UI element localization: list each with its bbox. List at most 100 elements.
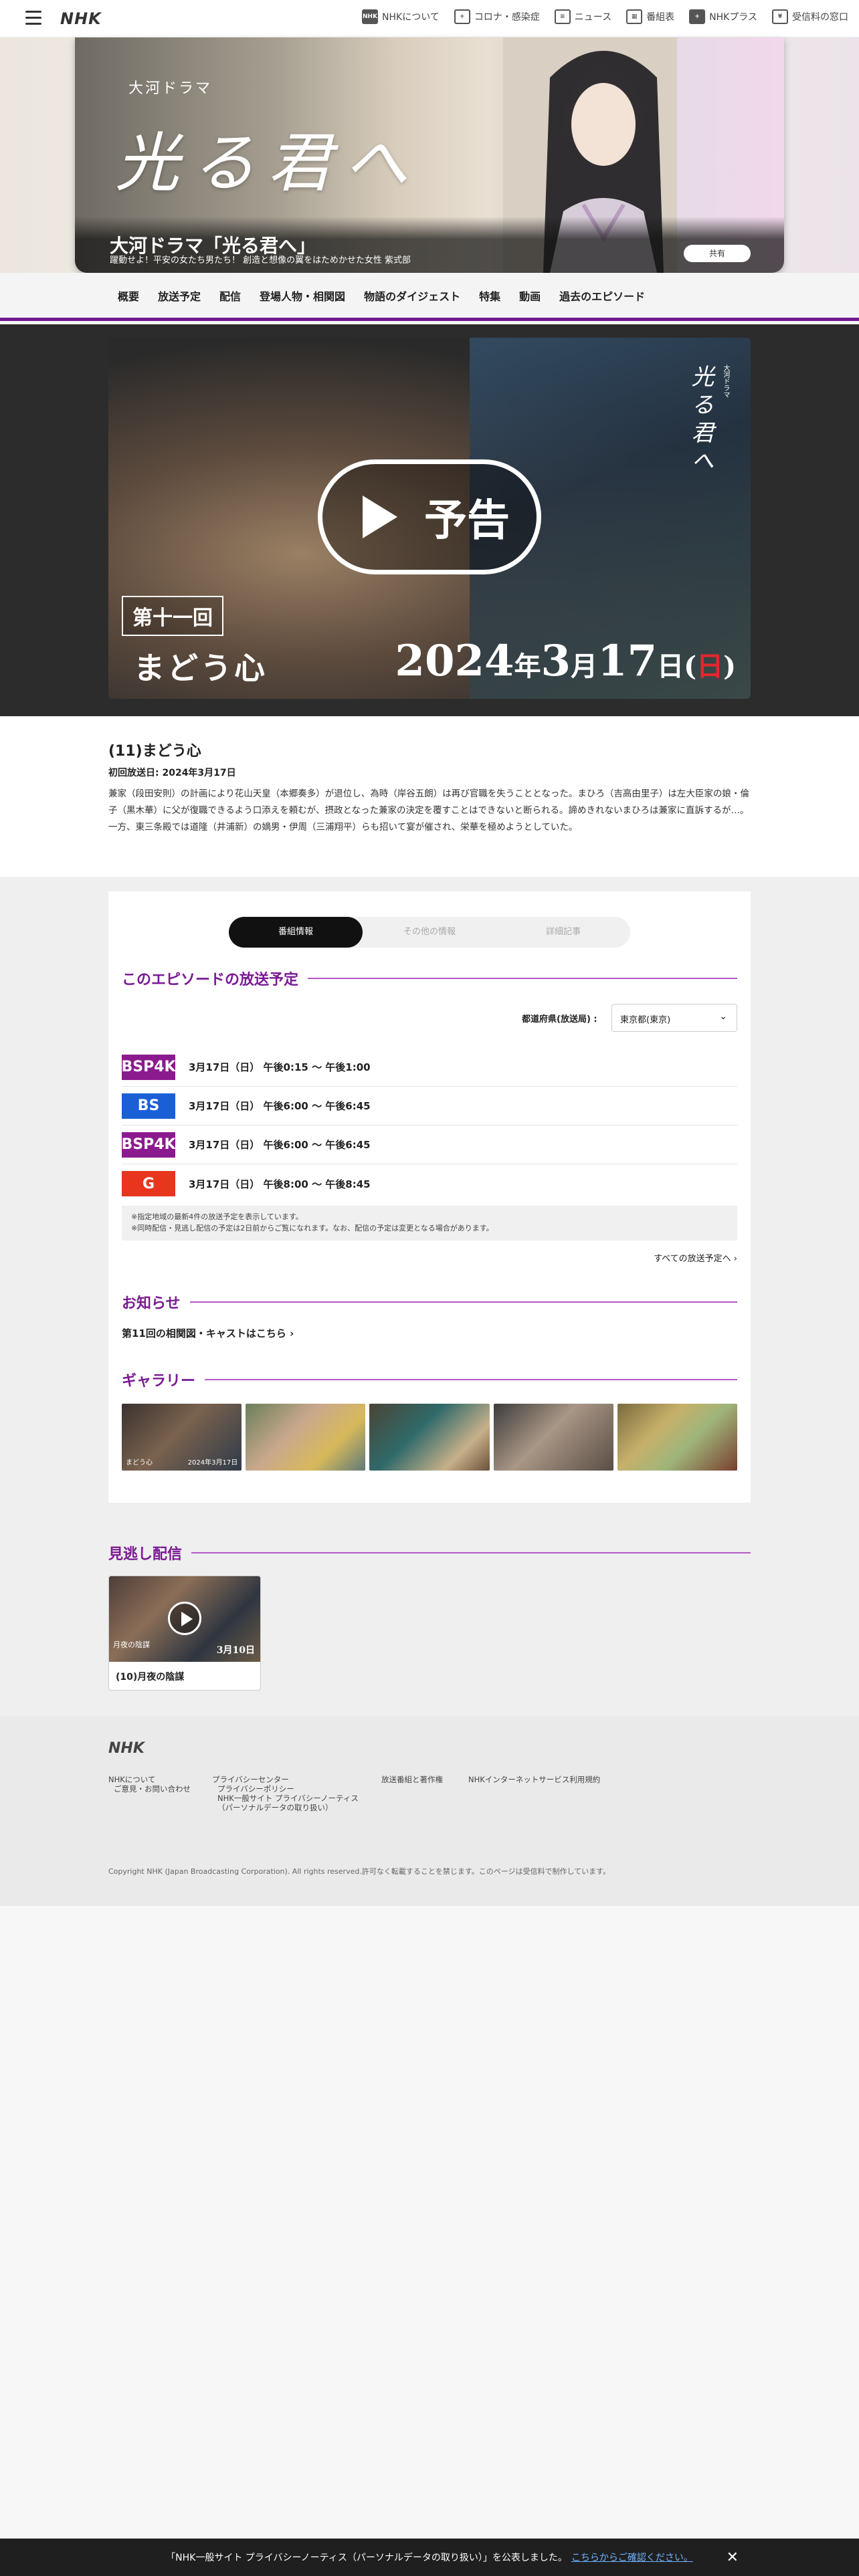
copyright-text: Copyright NHK (Japan Broadcasting Corpor… (108, 1867, 611, 1876)
schedule-row: BS 3月17日（日） 午後6:00 〜 午後6:45 (122, 1087, 737, 1125)
gallery-thumb[interactable]: まどう心 2024年3月17日 (122, 1404, 242, 1471)
video-episode-title: まどう心 (134, 650, 268, 686)
footer-link[interactable]: NHKについて (108, 1775, 191, 1784)
chevron-right-icon: › (290, 1327, 294, 1339)
play-icon (363, 496, 397, 538)
gallery-thumb[interactable] (617, 1404, 738, 1471)
prefecture-label: 都道府県(放送局) : (522, 1014, 597, 1025)
nav-characters[interactable]: 登場人物・相関図 (260, 288, 345, 304)
gallery-thumb[interactable] (369, 1404, 490, 1471)
video-small-title: 大河ドラマ (722, 364, 729, 398)
schedule-row: G 3月17日（日） 午後8:00 〜 午後8:45 (122, 1164, 737, 1203)
top-nav: NHK NHKについて + コロナ・感染症 ≡ ニュース ▦ 番組表 + NHKプラス ¥… (362, 9, 848, 24)
hero-subtitle: 躍動せよ！平安の女たち男たち！ 創造と想像の翼をはためかせた女性 紫式部 (110, 255, 411, 265)
hero-banner: 大河ドラマ 光る君へ 大河ドラマ「光る君へ」 躍動せよ！平安の女たち男たち！ 創… (75, 37, 784, 273)
fee-icon: ¥ (772, 9, 788, 24)
top-bar: NHK NHK NHKについて + コロナ・感染症 ≡ ニュース ▦ 番組表 + NHKプ… (0, 0, 859, 37)
footer-nhk-logo[interactable]: NHK (108, 1740, 145, 1757)
privacy-notice-bar: 「NHK一般サイト プライバシーノーティス（パーソナルデータの取り扱い）」を公表… (0, 2539, 859, 2576)
play-trailer-button[interactable]: 予告 (318, 459, 541, 574)
footer: NHK NHKについて ご意見・お問い合わせ プライバシーセンター プライバシー… (0, 1716, 859, 1906)
tab-program-info[interactable]: 番組情報 (229, 917, 363, 948)
topnav-program-guide[interactable]: ▦ 番組表 (626, 9, 674, 24)
topnav-corona[interactable]: + コロナ・感染症 (454, 9, 540, 24)
catchup-card[interactable]: 月夜の陰謀 3月10日 (10)月夜の陰謀 (108, 1576, 261, 1691)
program-nav: 概要 放送予定 配信 登場人物・相関図 物語のダイジェスト 特集 動画 過去のエ… (0, 273, 859, 321)
play-label: 予告 (424, 496, 510, 546)
all-schedule-link[interactable]: すべての放送予定へ › (654, 1251, 737, 1264)
topnav-news[interactable]: ≡ ニュース (554, 9, 611, 24)
episode-title: (11)まどう心 (108, 743, 201, 760)
footer-link[interactable]: （パーソナルデータの取り扱い） (212, 1803, 359, 1812)
nhk-logo[interactable]: NHK (60, 9, 102, 28)
catchup-thumb-date: 3月10日 (216, 1645, 255, 1656)
info-tabs: 番組情報 その他の情報 詳細記事 (229, 917, 630, 948)
close-icon[interactable]: ✕ (727, 2549, 739, 2566)
nav-streaming[interactable]: 配信 (219, 288, 241, 304)
footer-col-copyright: 放送番組と著作権 (381, 1775, 443, 1784)
nav-features[interactable]: 特集 (479, 288, 500, 304)
video-episode-date: 2024年3月17日(日) (395, 636, 736, 686)
notice-link[interactable]: こちらからご確認ください。 (571, 2551, 693, 2564)
chevron-right-icon: › (733, 1254, 737, 1264)
channel-badge: BSP4K (121, 1054, 176, 1080)
program-info-card: 番組情報 その他の情報 詳細記事 このエピソードの放送予定 都道府県(放送局) … (108, 891, 751, 1503)
catchup-heading: 見逃し配信 (108, 1542, 751, 1564)
hero-calligraphy-logo: 光る君へ (115, 126, 420, 201)
news-icon: ≡ (554, 9, 571, 24)
video-calligraphy-logo: 光る君へ (687, 364, 714, 477)
prefecture-select[interactable]: 東京都(東京) ⌄ (611, 1004, 737, 1032)
footer-link[interactable]: プライバシーポリシー (212, 1784, 359, 1794)
chevron-down-icon: ⌄ (719, 1011, 727, 1022)
topnav-fee-window[interactable]: ¥ 受信料の窓口 (772, 9, 848, 24)
video-section: 大河ドラマ 光る君へ 予告 第十一回 まどう心 2024年3月17日(日) (0, 324, 859, 716)
topnav-nhk-plus[interactable]: + NHKプラス (689, 9, 757, 24)
schedule-row: BSP4K 3月17日（日） 午後0:15 〜 午後1:00 (121, 1048, 737, 1087)
catchup-thumbnail: 月夜の陰謀 3月10日 (109, 1576, 260, 1662)
schedule-heading: このエピソードの放送予定 (122, 968, 737, 989)
corona-info-icon: + (454, 9, 470, 24)
catchup-thumb-episode: 月夜の陰謀 (113, 1640, 150, 1649)
nav-past-episodes[interactable]: 過去のエピソード (559, 288, 645, 304)
program-guide-icon: ▦ (626, 9, 643, 24)
gallery-thumb[interactable] (493, 1404, 613, 1471)
news-heading: お知らせ (122, 1291, 737, 1313)
nav-overview[interactable]: 概要 (118, 288, 139, 304)
nav-schedule[interactable]: 放送予定 (158, 288, 201, 304)
footer-link[interactable]: プライバシーセンター (212, 1775, 359, 1784)
channel-badge: BS (122, 1093, 175, 1119)
channel-badge: G (122, 1171, 175, 1196)
trailer-video-player[interactable]: 大河ドラマ 光る君へ 予告 第十一回 まどう心 2024年3月17日(日) (108, 338, 751, 699)
nav-videos[interactable]: 動画 (519, 288, 541, 304)
schedule-time: 3月17日（日） 午後6:00 〜 午後6:45 (189, 1100, 371, 1112)
episode-synopsis: 兼家（段田安則）の計画により花山天皇（本郷奏多）が退位し、為時（岸谷五朗）は再び… (108, 788, 749, 833)
nhk-icon: NHK (362, 9, 379, 24)
hero-small-title: 大河ドラマ (128, 80, 213, 97)
schedule-row: BSP4K 3月17日（日） 午後6:00 〜 午後6:45 (121, 1125, 737, 1164)
catchup-title: (10)月夜の陰謀 (116, 1672, 185, 1683)
footer-link[interactable]: ご意見・お問い合わせ (108, 1784, 191, 1794)
first-broadcast-date: 初回放送日: 2024年3月17日 (108, 768, 236, 778)
episode-number-box: 第十一回 (122, 596, 223, 636)
footer-link[interactable]: 放送番組と著作権 (381, 1775, 443, 1784)
tab-other-info[interactable]: その他の情報 (363, 917, 496, 948)
hero-section: 大河ドラマ 光る君へ 大河ドラマ「光る君へ」 躍動せよ！平安の女たち男たち！ 創… (0, 37, 859, 273)
gallery-heading: ギャラリー (122, 1369, 737, 1390)
nav-digest[interactable]: 物語のダイジェスト (364, 288, 460, 304)
schedule-time: 3月17日（日） 午後6:00 〜 午後6:45 (189, 1139, 371, 1151)
share-button[interactable]: 共有 (684, 245, 751, 262)
schedule-time: 3月17日（日） 午後0:15 〜 午後1:00 (189, 1061, 371, 1073)
channel-badge: BSP4K (121, 1132, 176, 1158)
tab-articles[interactable]: 詳細記事 (496, 917, 630, 948)
footer-link[interactable]: NHK一般サイト プライバシーノーティス (212, 1794, 359, 1803)
footer-col-terms: NHKインターネットサービス利用規約 (468, 1775, 600, 1784)
gallery-thumb[interactable] (246, 1404, 366, 1471)
menu-icon[interactable] (25, 11, 41, 25)
cast-chart-link[interactable]: 第11回の相関図・キャストはこちら › (122, 1326, 294, 1340)
footer-col-privacy: プライバシーセンター プライバシーポリシー NHK一般サイト プライバシーノーテ… (212, 1775, 359, 1812)
footer-link[interactable]: NHKインターネットサービス利用規約 (468, 1775, 600, 1784)
nhk-plus-icon: + (689, 9, 706, 24)
footer-col-about: NHKについて ご意見・お問い合わせ (108, 1775, 191, 1794)
play-icon (168, 1602, 201, 1635)
topnav-about-nhk[interactable]: NHK NHKについて (362, 9, 440, 24)
